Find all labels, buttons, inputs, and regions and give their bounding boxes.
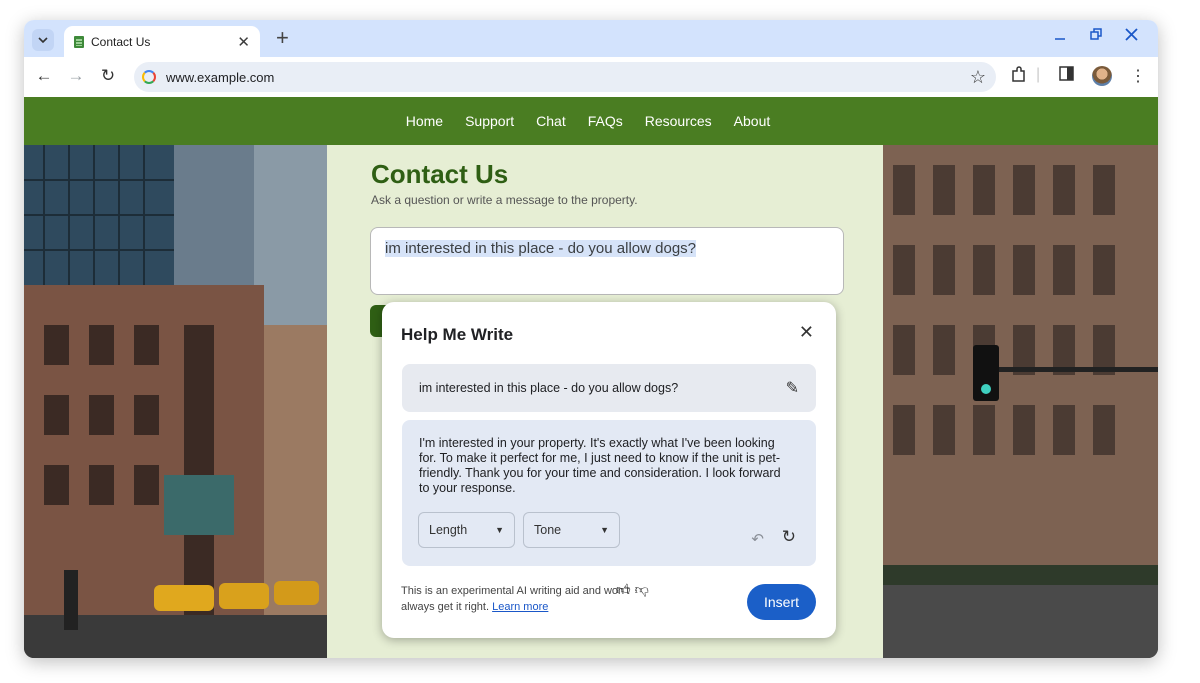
tone-dropdown[interactable]: Tone ▼ (523, 512, 620, 548)
toolbar-divider: | (1036, 66, 1041, 83)
kebab-menu-icon[interactable]: ⋮ (1130, 66, 1146, 86)
site-navigation: Home Support Chat FAQs Resources About (24, 97, 1158, 145)
generated-result: I'm interested in your property. It's ex… (402, 420, 816, 566)
bookmark-star-icon[interactable]: ☆ (970, 67, 986, 88)
web-page: Home Support Chat FAQs Resources About C… (24, 97, 1158, 658)
insert-button[interactable]: Insert (747, 584, 816, 620)
length-dropdown[interactable]: Length ▼ (418, 512, 515, 548)
nav-about-link[interactable]: About (734, 113, 771, 129)
puzzle-glyph (1012, 66, 1025, 82)
message-text: im interested in this place - do you all… (385, 240, 697, 257)
message-textarea[interactable]: im interested in this place - do you all… (370, 227, 844, 295)
browser-toolbar: ← → ↻ www.example.com ☆ | ⋮ (24, 57, 1158, 97)
side-panel-glyph (1059, 66, 1074, 81)
active-tab[interactable]: Contact Us ✕ (64, 26, 260, 57)
close-icon[interactable]: ✕ (799, 322, 814, 343)
nav-resources-link[interactable]: Resources (645, 113, 712, 129)
tone-label: Tone (534, 523, 562, 537)
result-text: I'm interested in your property. It's ex… (419, 436, 781, 495)
browser-window: Contact Us ✕ + ← → ↻ www.example.com ☆ | (24, 20, 1158, 658)
thumbs-up-icon[interactable]: 👍︎ (616, 581, 635, 597)
tab-title: Contact Us (91, 34, 151, 49)
close-window-icon[interactable] (1125, 28, 1138, 46)
restore-icon[interactable] (1090, 28, 1103, 46)
tab-strip: Contact Us ✕ + (24, 20, 1158, 57)
dialog-title: Help Me Write (401, 325, 514, 344)
length-label: Length (429, 523, 468, 537)
google-icon (142, 70, 156, 84)
page-title: Contact Us (371, 159, 509, 189)
help-me-write-dialog: Help Me Write ✕ im interested in this pl… (382, 302, 836, 638)
nav-support-link[interactable]: Support (465, 113, 514, 129)
city-street-photo-right (883, 145, 1158, 658)
extensions-icon[interactable] (1010, 66, 1027, 88)
chevron-down-icon (38, 37, 48, 43)
nav-chat-link[interactable]: Chat (536, 113, 566, 129)
city-buildings-right-illustration (883, 145, 1158, 658)
restore-glyph (1090, 28, 1102, 40)
page-subtitle: Ask a question or write a message to the… (371, 193, 638, 207)
close-glyph (1125, 28, 1138, 41)
thumbs-down-icon[interactable]: 👎︎ (635, 581, 653, 597)
prompt-text: im interested in this place - do you all… (419, 381, 679, 395)
tab-search-button[interactable] (32, 29, 54, 51)
nav-home-link[interactable]: Home (406, 113, 443, 129)
nav-faqs-link[interactable]: FAQs (588, 113, 623, 129)
forward-arrow-icon[interactable]: → (65, 66, 87, 86)
feedback-buttons: 👍︎👎︎ (616, 581, 653, 598)
city-buildings-illustration (24, 145, 327, 658)
edit-pencil-icon[interactable]: ✎ (786, 378, 799, 398)
minimize-icon[interactable] (1054, 28, 1066, 46)
prompt-field[interactable]: im interested in this place - do you all… (402, 364, 816, 412)
new-tab-button[interactable]: + (276, 27, 289, 49)
dropdown-caret-icon: ▼ (495, 525, 504, 535)
back-arrow-icon[interactable]: ← (33, 66, 55, 86)
address-bar[interactable]: www.example.com ☆ (134, 62, 996, 92)
regenerate-icon[interactable]: ↻ (782, 527, 796, 547)
city-street-photo-left (24, 145, 327, 658)
tab-close-icon[interactable]: ✕ (237, 33, 250, 51)
dropdown-caret-icon: ▼ (600, 525, 609, 535)
undo-icon[interactable]: ↶ (751, 530, 764, 548)
url-text: www.example.com (166, 69, 275, 85)
side-panel-icon[interactable] (1059, 66, 1074, 86)
minimize-glyph (1055, 38, 1065, 40)
sheet-favicon-icon (74, 35, 84, 48)
ai-disclaimer: This is an experimental AI writing aid a… (401, 583, 641, 615)
learn-more-link[interactable]: Learn more (492, 601, 548, 613)
profile-avatar[interactable] (1092, 66, 1112, 86)
reload-icon[interactable]: ↻ (97, 66, 119, 86)
